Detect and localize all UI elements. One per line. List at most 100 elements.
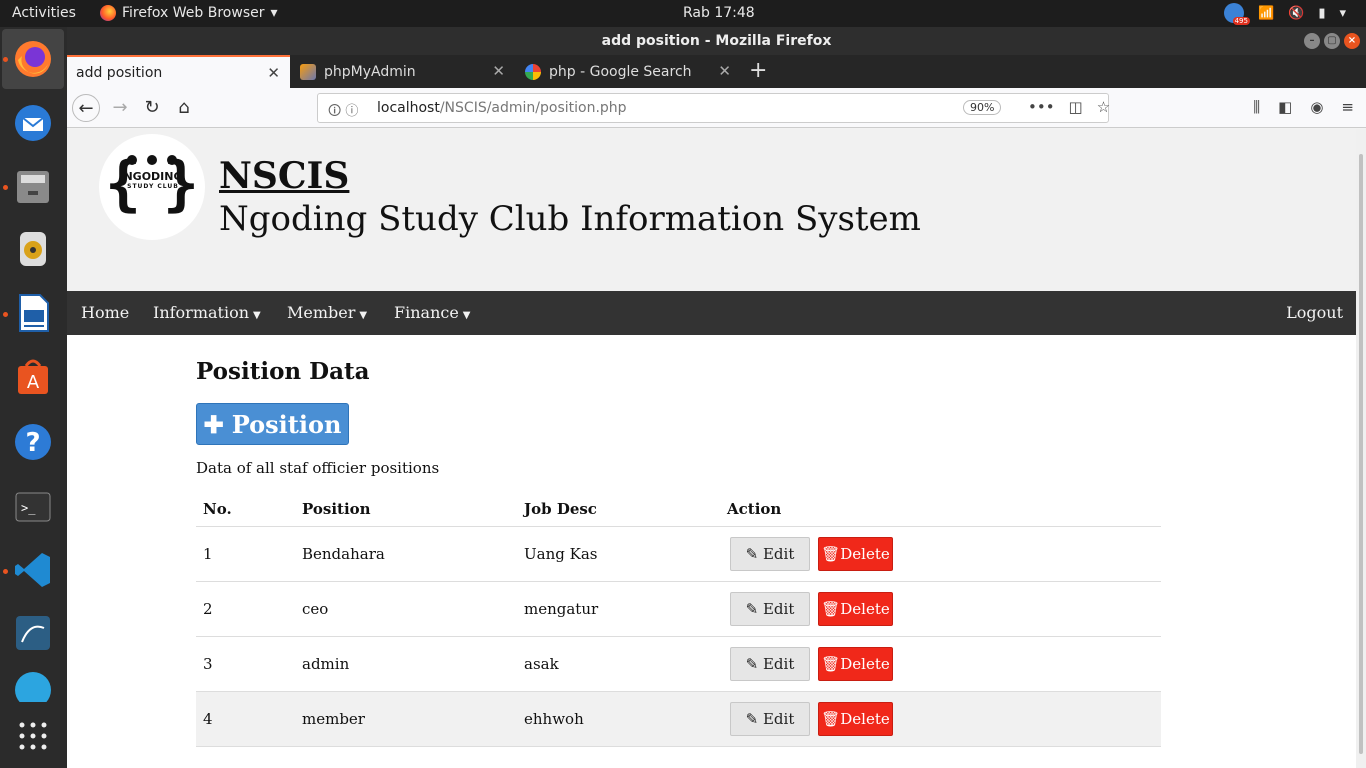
column-header: No. xyxy=(196,492,295,527)
nav-member[interactable]: Member ▼ xyxy=(287,303,367,322)
running-indicator xyxy=(3,312,8,317)
close-tab-icon[interactable]: ✕ xyxy=(492,62,505,80)
row-position: admin xyxy=(295,636,517,692)
minimize-button[interactable]: – xyxy=(1304,33,1320,49)
window-close-button[interactable]: × xyxy=(1344,33,1360,49)
pocket-icon[interactable]: ◫ xyxy=(1069,98,1083,116)
plus-icon: ✚ xyxy=(203,409,224,439)
account-icon[interactable]: ◉ xyxy=(1310,98,1323,116)
help-dock-icon[interactable]: ? xyxy=(9,418,57,466)
trash-icon: 🗑 xyxy=(821,599,841,618)
battery-icon[interactable]: ▮ xyxy=(1318,6,1325,21)
row-actions: ✎ Edit 🗑Delete xyxy=(720,526,1161,582)
edit-icon: ✎ xyxy=(745,709,759,728)
edit-icon: ✎ xyxy=(745,599,759,618)
site-info-icon[interactable]: 🛈 ⓘ xyxy=(328,100,358,124)
row-number: 4 xyxy=(196,691,295,747)
writer-dock-icon[interactable] xyxy=(9,289,57,337)
tab-google-search[interactable]: php - Google Search ✕ xyxy=(516,55,741,88)
chevron-down-icon[interactable]: ▾ xyxy=(1339,6,1346,21)
navigation-toolbar: ← → ↻ ⌂ 🛈 ⓘ localhost/NSCIS/admin/positi… xyxy=(67,88,1366,128)
home-button[interactable]: ⌂ xyxy=(170,94,198,122)
reload-button[interactable]: ↻ xyxy=(138,94,166,122)
add-position-button[interactable]: ✚ Position xyxy=(196,403,349,445)
svg-text:A: A xyxy=(27,372,40,393)
row-job-desc: ehhwoh xyxy=(517,691,720,747)
table-row: 3 admin asak ✎ Edit 🗑Delete xyxy=(196,636,1161,692)
system-tray[interactable]: 495 📶 🔇 ▮ ▾ xyxy=(1223,3,1346,25)
thunderbird-dock-icon[interactable] xyxy=(9,99,57,147)
tab-add-position[interactable]: add position ✕ xyxy=(67,55,290,88)
edit-button[interactable]: ✎ Edit xyxy=(730,646,810,681)
caret-down-icon: ▼ xyxy=(253,310,261,321)
edit-button[interactable]: ✎ Edit xyxy=(730,591,810,626)
rhythmbox-dock-icon[interactable] xyxy=(9,225,57,273)
table-row: 4 member ehhwoh ✎ Edit 🗑Delete xyxy=(196,691,1161,747)
zoom-indicator[interactable]: 90% xyxy=(963,100,1002,115)
software-center-dock-icon[interactable]: A xyxy=(9,353,57,401)
close-tab-icon[interactable]: ✕ xyxy=(718,62,731,80)
nav-finance[interactable]: Finance ▼ xyxy=(394,303,471,322)
window-titlebar[interactable]: add position - Mozilla Firefox – ▢ × xyxy=(67,27,1366,55)
new-tab-button[interactable]: + xyxy=(749,58,767,83)
mysql-workbench-dock-icon[interactable] xyxy=(9,609,57,657)
nav-home[interactable]: Home xyxy=(81,303,129,322)
notification-app-icon[interactable]: 495 xyxy=(1223,3,1250,25)
row-job-desc: Uang Kas xyxy=(517,526,720,582)
sidebar-icon[interactable]: ◧ xyxy=(1278,98,1292,116)
app-menu[interactable]: Firefox Web Browser ▾ xyxy=(100,5,278,21)
svg-text:?: ? xyxy=(25,428,40,458)
delete-button[interactable]: 🗑Delete xyxy=(818,591,893,626)
row-actions: ✎ Edit 🗑Delete xyxy=(720,691,1161,747)
delete-button[interactable]: 🗑Delete xyxy=(818,701,893,736)
volume-icon[interactable]: 🔇 xyxy=(1288,6,1304,21)
close-tab-icon[interactable]: ✕ xyxy=(267,64,280,82)
tab-label: phpMyAdmin xyxy=(324,63,416,80)
trash-icon: 🗑 xyxy=(821,544,841,563)
forward-button[interactable]: → xyxy=(106,94,134,122)
hamburger-menu-icon[interactable]: ≡ xyxy=(1341,98,1354,116)
dock: A ? >_ xyxy=(0,27,67,768)
row-position: Bendahara xyxy=(295,526,517,582)
clock[interactable]: Rab 17:48 xyxy=(683,5,755,21)
bookmark-star-icon[interactable]: ☆ xyxy=(1097,98,1110,116)
delete-button[interactable]: 🗑Delete xyxy=(818,646,893,681)
phpmyadmin-icon xyxy=(300,63,316,80)
scrollbar-thumb[interactable] xyxy=(1359,154,1363,754)
row-number: 2 xyxy=(196,581,295,637)
chevron-down-icon: ▾ xyxy=(270,5,278,21)
running-indicator xyxy=(3,57,8,62)
row-job-desc: asak xyxy=(517,636,720,692)
site-logo: { } NGODING STUDY CLUB xyxy=(99,134,205,240)
table-row: 1 Bendahara Uang Kas ✎ Edit 🗑Delete xyxy=(196,526,1161,582)
library-icon[interactable]: ⫼ xyxy=(1253,98,1260,116)
tab-phpmyadmin[interactable]: phpMyAdmin ✕ xyxy=(291,55,515,88)
column-header: Job Desc xyxy=(517,492,720,527)
terminal-dock-icon[interactable]: >_ xyxy=(9,483,57,531)
edit-button[interactable]: ✎ Edit xyxy=(730,536,810,571)
url-bar[interactable]: 🛈 ⓘ localhost/NSCIS/admin/position.php 9… xyxy=(317,93,1110,124)
telegram-dock-icon[interactable] xyxy=(9,672,57,702)
firefox-dock-icon[interactable] xyxy=(9,35,57,83)
vscode-dock-icon[interactable] xyxy=(9,546,57,594)
row-position: ceo xyxy=(295,581,517,637)
page-actions-icon[interactable]: ••• xyxy=(1028,98,1055,116)
url-text[interactable]: localhost/NSCIS/admin/position.php xyxy=(377,100,627,116)
column-header: Position xyxy=(295,492,517,527)
show-applications-button[interactable] xyxy=(9,712,57,760)
caret-down-icon: ▼ xyxy=(462,310,471,321)
files-dock-icon[interactable] xyxy=(9,162,57,210)
delete-button[interactable]: 🗑Delete xyxy=(818,536,893,571)
edit-icon: ✎ xyxy=(745,654,759,673)
activities-button[interactable]: Activities xyxy=(12,5,76,21)
running-indicator xyxy=(3,185,8,190)
back-button[interactable]: ← xyxy=(72,94,100,122)
maximize-button[interactable]: ▢ xyxy=(1324,33,1340,49)
system-top-bar: Activities Firefox Web Browser ▾ Rab 17:… xyxy=(0,0,1366,27)
edit-button[interactable]: ✎ Edit xyxy=(730,701,810,736)
page-scrollbar[interactable] xyxy=(1356,129,1366,768)
nav-information[interactable]: Information ▼ xyxy=(153,303,261,322)
nav-logout[interactable]: Logout xyxy=(1286,303,1343,322)
site-title[interactable]: NSCIS xyxy=(219,155,349,197)
wifi-icon[interactable]: 📶 xyxy=(1258,6,1274,21)
